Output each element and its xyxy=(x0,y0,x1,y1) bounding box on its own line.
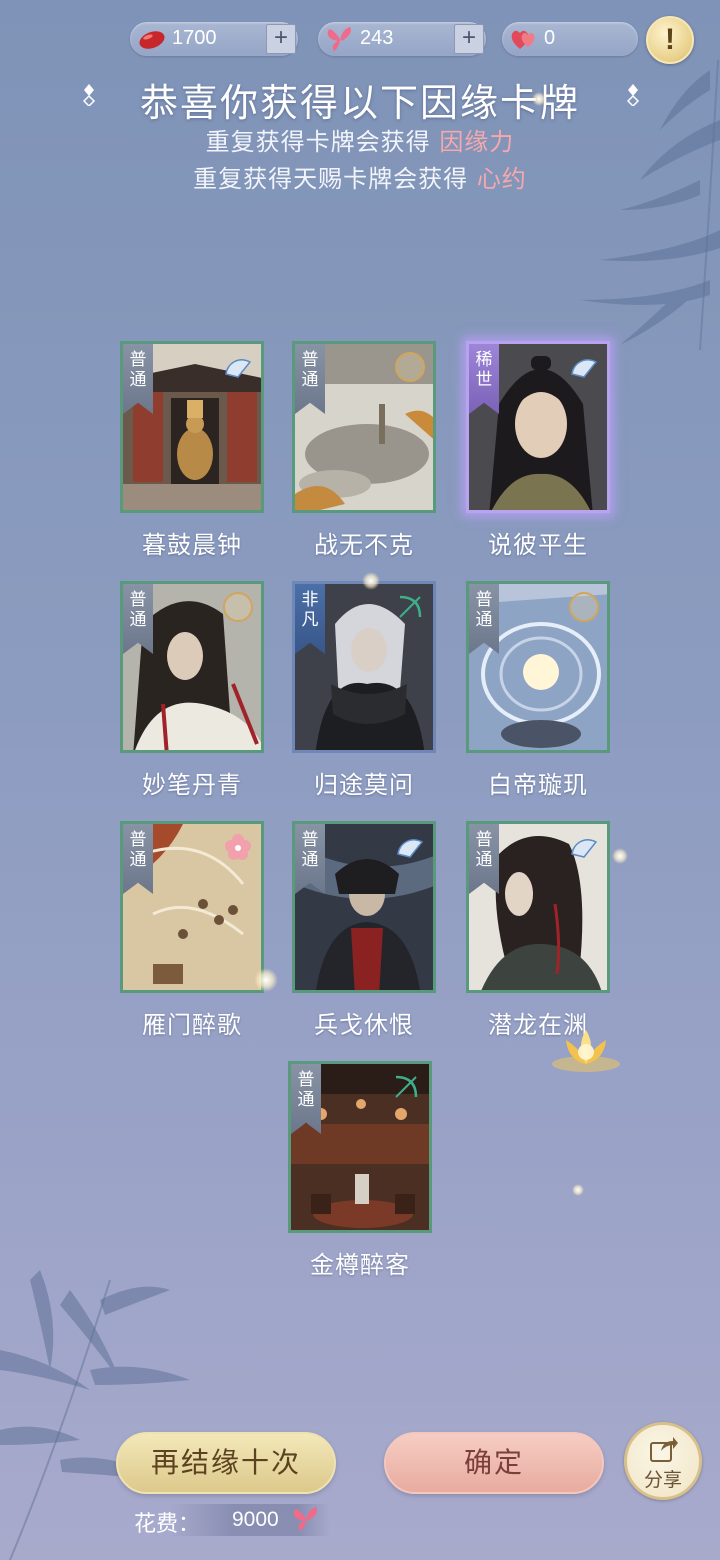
sparkle xyxy=(254,968,278,992)
bow-icon xyxy=(399,595,422,618)
flower-icon xyxy=(225,834,251,860)
note-duplicate-tianci: 重复获得天赐卡牌会获得 心约 xyxy=(193,165,527,193)
card-name: 归途莫问 xyxy=(314,771,414,799)
heart-icon xyxy=(511,30,535,49)
card-jinzun-zuike[interactable]: 普通 金樽醉客 xyxy=(288,1061,432,1279)
card-zhanwu-buke[interactable]: 普通 战无不克 xyxy=(292,341,436,559)
bow-icon xyxy=(395,1075,418,1098)
card-yanmen-zuige[interactable]: 普通 雁门醉歌 xyxy=(120,821,264,1039)
card-name: 妙笔丹青 xyxy=(142,771,242,799)
sparkle xyxy=(532,92,546,106)
cost-label: 花费： xyxy=(134,1512,201,1537)
sparkle xyxy=(362,572,380,590)
card-name: 兵戈休恨 xyxy=(314,1011,414,1039)
draw-again-button[interactable]: 再结缘十次 xyxy=(116,1432,336,1494)
gold-compass-icon xyxy=(223,592,253,622)
card-name: 战无不克 xyxy=(314,531,414,559)
gold-compass-icon xyxy=(569,592,599,622)
card-miaobi-danqing[interactable]: 普通 妙笔丹青 xyxy=(120,581,264,799)
diamond-ornament-right xyxy=(626,84,640,106)
lotus-lantern-icon xyxy=(552,1030,620,1072)
red-jade-icon xyxy=(139,31,165,49)
card-name: 金樽醉客 xyxy=(310,1251,410,1279)
cost-value: 9000 xyxy=(232,1508,279,1531)
fan-icon xyxy=(397,839,424,858)
heart-currency: 0 xyxy=(502,22,638,56)
jade-count: 1700 xyxy=(172,27,217,49)
card-binge-xiuhen[interactable]: 普通 兵戈休恨 xyxy=(292,821,436,1039)
heart-count: 0 xyxy=(544,27,556,49)
add-butterfly-button[interactable]: + xyxy=(454,24,484,54)
butterfly-icon xyxy=(327,27,351,51)
card-name: 白帝璇玑 xyxy=(488,771,588,799)
card-mugu-chenzhong[interactable]: 普通 暮鼓晨钟 xyxy=(120,341,264,559)
butterfly-currency: 243 + xyxy=(318,22,486,56)
share-icon xyxy=(650,1437,678,1462)
card-guitu-mowen[interactable]: 非凡 归途莫问 xyxy=(292,581,436,799)
share-button[interactable]: 分享 xyxy=(624,1422,702,1500)
card-qianlong-zaiyuan[interactable]: 普通 潜龙在渊 xyxy=(466,821,610,1039)
info-button[interactable]: ! xyxy=(646,16,694,64)
note-duplicate-card: 重复获得卡牌会获得 因缘力 xyxy=(205,128,515,156)
butterfly-icon xyxy=(293,1507,317,1531)
card-name: 说彼平生 xyxy=(488,531,588,559)
add-jade-button[interactable]: + xyxy=(266,24,296,54)
sparkle xyxy=(572,1184,584,1196)
page-title: 恭喜你获得以下因缘卡牌 xyxy=(139,81,580,125)
butterfly-count: 243 xyxy=(360,27,394,49)
fan-icon xyxy=(571,359,598,378)
card-baidi-xuanji[interactable]: 普通 白帝璇玑 xyxy=(466,581,610,799)
card-shuobi-pingsheng[interactable]: 稀世 说彼平生 xyxy=(466,341,610,559)
sparkle xyxy=(612,848,628,864)
fan-icon xyxy=(571,839,598,858)
gold-compass-icon xyxy=(395,352,425,382)
highlight-xinyue: 心约 xyxy=(476,165,527,193)
card-name: 暮鼓晨钟 xyxy=(142,531,242,559)
share-label: 分享 xyxy=(643,1469,682,1491)
highlight-yinyuanli: 因缘力 xyxy=(439,128,515,156)
card-name: 雁门醉歌 xyxy=(142,1011,242,1039)
fan-icon xyxy=(225,359,252,378)
confirm-button[interactable]: 确定 xyxy=(384,1432,604,1494)
jade-currency: 1700 + xyxy=(130,22,298,56)
